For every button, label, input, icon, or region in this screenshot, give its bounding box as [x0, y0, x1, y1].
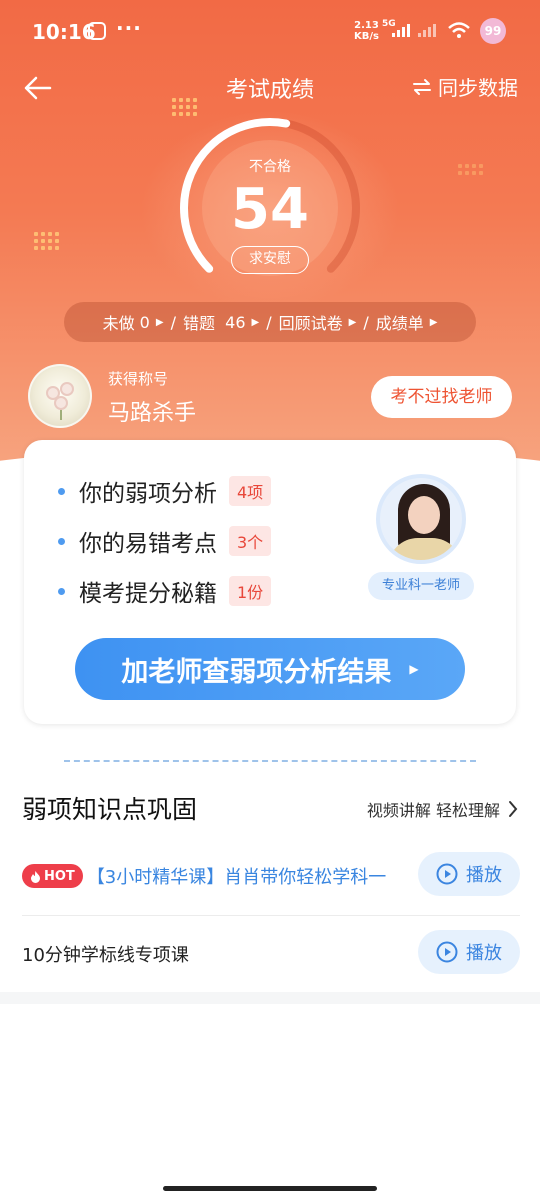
analysis-item-count: 1份	[229, 576, 272, 606]
undone-count: 0	[139, 312, 150, 332]
course-row[interactable]: HOT 【3小时精华课】肖肖带你轻松学科一 播放	[22, 848, 520, 904]
video-explain-label: 视频讲解 轻松理解	[366, 801, 500, 820]
home-indicator[interactable]	[163, 1186, 377, 1191]
bullet-icon	[58, 587, 65, 595]
ask-comfort-button[interactable]: 求安慰	[231, 246, 309, 274]
user-earned-title: 马路杀手	[108, 401, 197, 426]
undone-questions-link[interactable]: 未做 0 ▶	[103, 310, 164, 334]
wifi-icon	[448, 22, 470, 38]
signal-icon	[392, 24, 410, 37]
course-title: 【3小时精华课】肖肖带你轻松学科一	[86, 867, 387, 888]
weakness-analysis-card: 你的弱项分析 4项 你的易错考点 3个 模考提分秘籍 1份 专业科一老师 加老师…	[24, 440, 516, 724]
bullet-icon	[58, 537, 65, 545]
exam-summary-bar: 未做 0 ▶ / 错题 46 ▶ / 回顾试卷 ▶ / 成绩单 ▶	[64, 302, 476, 342]
status-bar: 10:16 ··· 2.13 KB/s 5G 99	[0, 0, 540, 62]
play-label: 播放	[466, 943, 502, 964]
play-circle-icon	[436, 863, 458, 885]
grade-label: 不合格	[249, 159, 291, 175]
analysis-item-label: 你的弱项分析	[79, 481, 217, 507]
wrong-count: 46	[225, 312, 246, 332]
network-speed: 2.13 KB/s	[354, 20, 379, 42]
play-button[interactable]: 播放	[418, 930, 520, 974]
separator: /	[170, 312, 176, 332]
section-title: 弱项知识点巩固	[22, 795, 198, 824]
battery-icon: 99	[480, 18, 506, 44]
section-gap	[0, 992, 540, 1004]
play-triangle-icon: ▶	[251, 316, 260, 328]
bullet-icon	[58, 487, 65, 495]
play-triangle-icon: ▶	[429, 316, 438, 328]
teacher-avatar[interactable]	[376, 474, 466, 564]
decorative-dots	[458, 164, 483, 175]
teacher-tag: 专业科一老师	[368, 572, 474, 600]
analysis-item-count: 3个	[229, 526, 272, 556]
report-label: 成绩单	[375, 314, 424, 333]
play-label: 播放	[466, 865, 502, 886]
sync-icon	[413, 78, 431, 95]
analysis-item-tips[interactable]: 模考提分秘籍 1份	[58, 574, 272, 608]
analysis-item-label: 模考提分秘籍	[79, 581, 217, 607]
separator: /	[363, 312, 369, 332]
add-teacher-button[interactable]: 加老师查弱项分析结果 ▶	[75, 638, 465, 700]
sync-data-button[interactable]: 同步数据	[412, 72, 518, 101]
analysis-item-count: 4项	[229, 476, 272, 506]
wrong-questions-link[interactable]: 错题 46 ▶	[183, 310, 259, 334]
sync-data-label: 同步数据	[438, 76, 518, 100]
play-triangle-icon: ▶	[348, 316, 357, 328]
hot-badge-label: HOT	[44, 868, 75, 884]
app-notification-icon	[88, 22, 106, 40]
video-explain-link[interactable]: 视频讲解 轻松理解	[367, 797, 518, 821]
add-teacher-label: 加老师查弱项分析结果	[121, 656, 392, 688]
review-paper-link[interactable]: 回顾试卷 ▶	[279, 310, 357, 334]
network-speed-unit: KB/s	[354, 31, 379, 42]
course-title: 10分钟学标线专项课	[22, 945, 189, 966]
title-caption: 获得称号	[108, 370, 169, 388]
more-notifications-icon: ···	[116, 16, 142, 40]
play-button[interactable]: 播放	[418, 852, 520, 896]
play-triangle-icon: ▶	[155, 316, 164, 328]
dashed-divider	[64, 760, 476, 762]
analysis-item-label: 你的易错考点	[79, 531, 217, 557]
separator: /	[266, 312, 272, 332]
play-triangle-icon: ▶	[409, 662, 419, 676]
find-teacher-button[interactable]: 考不过找老师	[371, 376, 512, 418]
analysis-item-error-prone[interactable]: 你的易错考点 3个	[58, 524, 272, 558]
score-gauge: 不合格 54 求安慰	[170, 116, 370, 286]
signal-secondary-icon	[418, 24, 436, 37]
analysis-item-weak-points[interactable]: 你的弱项分析 4项	[58, 474, 272, 508]
review-label: 回顾试卷	[278, 314, 343, 333]
flame-icon	[31, 870, 40, 883]
chevron-right-icon	[509, 801, 518, 817]
course-row[interactable]: 10分钟学标线专项课 播放	[22, 926, 520, 982]
decorative-dots	[34, 232, 59, 250]
avatar[interactable]	[28, 364, 92, 428]
score-value: 54	[231, 177, 309, 242]
hot-badge: HOT	[22, 864, 83, 888]
network-speed-value: 2.13	[354, 20, 379, 31]
play-circle-icon	[436, 941, 458, 963]
report-card-link[interactable]: 成绩单 ▶	[376, 310, 438, 334]
wrong-label: 错题	[182, 314, 215, 333]
row-divider	[22, 915, 520, 916]
undone-label: 未做	[102, 314, 135, 333]
status-time: 10:16	[32, 20, 96, 44]
